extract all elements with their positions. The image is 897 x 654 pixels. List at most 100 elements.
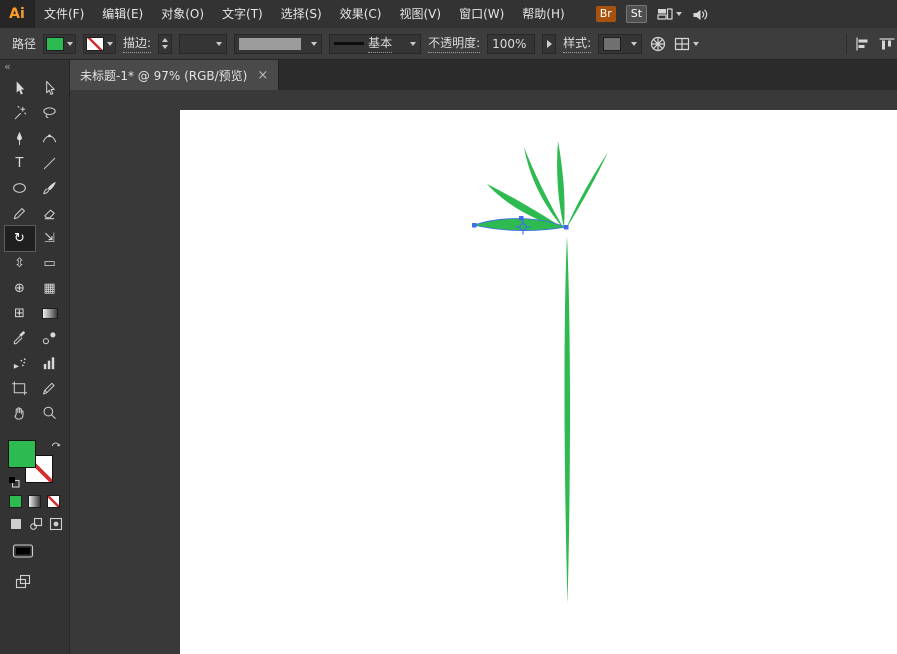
none-button[interactable] xyxy=(47,495,60,508)
stroke-weight-label[interactable]: 描边: xyxy=(123,34,152,53)
opacity-slider-button[interactable] xyxy=(542,33,557,54)
mesh-tool[interactable]: ⊞ xyxy=(5,301,35,326)
gradient-tool[interactable] xyxy=(35,301,65,326)
align-vertical-icon[interactable] xyxy=(879,37,895,51)
menu-select[interactable]: 选择(S) xyxy=(272,0,331,28)
bridge-badge[interactable]: Br xyxy=(595,6,616,22)
anchor-point[interactable] xyxy=(564,225,569,230)
style-label[interactable]: 样式: xyxy=(563,34,592,53)
stroke-weight-combo[interactable] xyxy=(179,33,228,54)
gradient-icon xyxy=(41,308,58,319)
eraser-tool[interactable] xyxy=(35,201,65,226)
pen-tool[interactable] xyxy=(5,126,35,151)
shape-builder-tool[interactable]: ⊕ xyxy=(5,276,35,301)
lasso-tool[interactable] xyxy=(35,101,65,126)
zoom-magnifier-icon xyxy=(43,406,56,419)
document-tab[interactable]: 未标题-1* @ 97% (RGB/预览) × xyxy=(70,60,280,90)
menu-help[interactable]: 帮助(H) xyxy=(513,0,573,28)
menu-type[interactable]: 文字(T) xyxy=(213,0,272,28)
edit-toolbar-button[interactable] xyxy=(14,573,69,595)
menu-view[interactable]: 视图(V) xyxy=(390,0,450,28)
selection-tool[interactable] xyxy=(5,76,35,101)
app-logo[interactable]: Ai xyxy=(0,0,35,28)
caret-down-icon xyxy=(410,41,417,46)
anchor-point[interactable] xyxy=(472,223,477,228)
brush-definition-combo[interactable]: 基本 xyxy=(329,33,422,54)
tab-close-icon[interactable]: × xyxy=(257,69,268,82)
type-tool[interactable]: T xyxy=(5,151,35,176)
caret-down-icon xyxy=(693,41,700,46)
pencil-tool[interactable] xyxy=(5,201,35,226)
align-horizontal-icon[interactable] xyxy=(855,36,871,51)
menu-file[interactable]: 文件(F) xyxy=(35,0,93,28)
graphic-style-combo[interactable] xyxy=(598,33,643,54)
scale-tool[interactable]: ⇲ xyxy=(35,226,65,251)
arrange-menu[interactable] xyxy=(674,37,700,51)
default-fill-stroke-icon[interactable] xyxy=(8,476,20,488)
zoom-tool[interactable] xyxy=(35,401,65,426)
separator xyxy=(846,33,847,54)
fill-color-button[interactable] xyxy=(43,33,77,54)
line-segment-icon xyxy=(43,157,56,170)
recolor-artwork-button[interactable] xyxy=(649,35,667,53)
share-feedback[interactable] xyxy=(692,7,709,22)
rotate-tool[interactable]: ↻ xyxy=(3,225,36,252)
collapse-panel-icon[interactable]: « xyxy=(0,60,69,76)
color-mode-buttons xyxy=(0,495,69,508)
canvas-area[interactable] xyxy=(70,90,897,654)
line-segment-tool[interactable] xyxy=(35,151,65,176)
artwork-svg xyxy=(180,110,897,654)
swap-fill-stroke-icon[interactable] xyxy=(51,440,62,451)
menu-edit[interactable]: 编辑(E) xyxy=(93,0,152,28)
opacity-input[interactable]: 100% xyxy=(487,33,536,54)
document-tab-title[interactable]: 未标题-1* @ 97% (RGB/预览) xyxy=(80,67,247,84)
color-button[interactable] xyxy=(9,495,22,508)
draw-behind-icon[interactable] xyxy=(29,517,43,531)
artboard-tool[interactable] xyxy=(5,376,35,401)
magic-wand-tool[interactable] xyxy=(5,101,35,126)
perspective-grid-tool[interactable]: ▦ xyxy=(35,276,65,301)
menu-object[interactable]: 对象(O) xyxy=(152,0,213,28)
opacity-label[interactable]: 不透明度: xyxy=(428,34,481,53)
caret-down-icon xyxy=(67,41,74,46)
draw-inside-icon[interactable] xyxy=(49,517,63,531)
width-tool[interactable]: ⇳ xyxy=(5,251,35,276)
ellipse-tool[interactable] xyxy=(5,176,35,201)
blend-icon xyxy=(42,332,56,345)
curvature-icon xyxy=(42,134,57,143)
workspace-switcher[interactable] xyxy=(657,7,683,21)
menu-window[interactable]: 窗口(W) xyxy=(450,0,513,28)
caret-down-icon xyxy=(676,12,683,16)
free-transform-tool[interactable]: ▭ xyxy=(35,251,65,276)
direct-selection-arrow-icon xyxy=(46,80,55,95)
paintbrush-tool[interactable] xyxy=(35,176,65,201)
stroke-weight-stepper[interactable] xyxy=(158,33,173,54)
eyedropper-tool[interactable] xyxy=(5,326,35,351)
hand-tool[interactable] xyxy=(5,401,35,426)
width-icon: ⇳ xyxy=(14,256,25,271)
stock-badge[interactable]: St xyxy=(625,5,648,23)
width-profile-combo[interactable] xyxy=(234,33,323,54)
screen-mode-button[interactable] xyxy=(12,543,69,563)
column-graph-tool[interactable] xyxy=(35,351,65,376)
artboard[interactable] xyxy=(180,110,897,654)
gradient-button[interactable] xyxy=(28,495,41,508)
caret-down-icon xyxy=(631,41,638,46)
context-label: 路径 xyxy=(12,37,37,51)
fill-swatch[interactable] xyxy=(8,440,36,468)
lasso-icon xyxy=(43,107,56,118)
shape-builder-icon: ⊕ xyxy=(14,281,25,296)
direct-selection-tool[interactable] xyxy=(35,76,65,101)
blend-tool[interactable] xyxy=(35,326,65,351)
curvature-tool[interactable] xyxy=(35,126,65,151)
selection-arrow-icon xyxy=(16,81,25,95)
menu-effect[interactable]: 效果(C) xyxy=(331,0,391,28)
chevron-right-icon xyxy=(546,39,552,48)
slice-tool[interactable] xyxy=(35,376,65,401)
draw-normal-icon[interactable] xyxy=(9,517,23,531)
symbol-sprayer-tool[interactable] xyxy=(5,351,35,376)
fill-swatch-icon xyxy=(46,36,65,51)
edit-toolbar-icon xyxy=(15,574,31,589)
stroke-color-button[interactable] xyxy=(83,33,117,54)
share-feedback-icon xyxy=(693,9,708,20)
